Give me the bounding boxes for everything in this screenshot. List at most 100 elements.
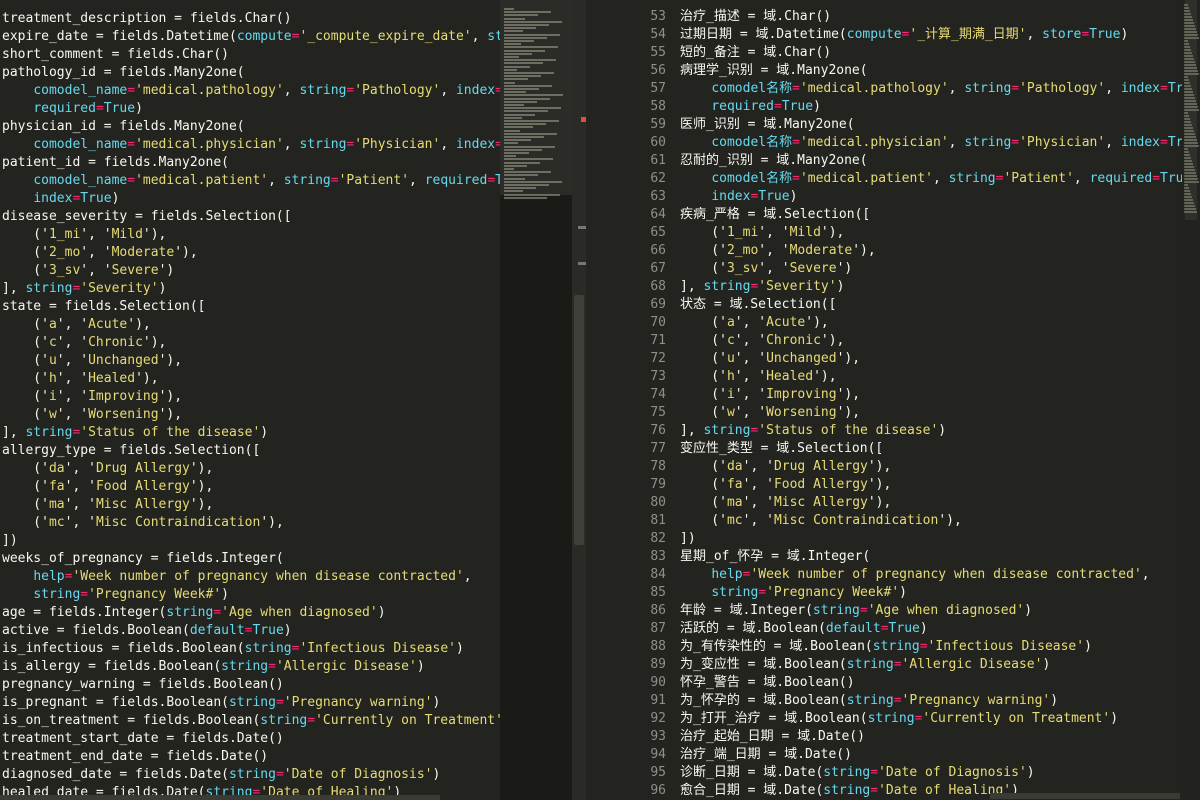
code-line[interactable]: 55 短的_备注 = 域.Char(): [586, 44, 1200, 62]
code-line[interactable]: 74 ('i', 'Improving'),: [586, 386, 1200, 404]
code-line[interactable]: 94 治疗_端_日期 = 域.Date(): [586, 746, 1200, 764]
code-line[interactable]: 71 ('c', 'Chronic'),: [586, 332, 1200, 350]
code-line[interactable]: comodel_name='medical.patient', string='…: [2, 172, 500, 190]
code-line[interactable]: patient_id = fields.Many2one(: [2, 154, 500, 172]
left-scrollbar-thumb[interactable]: [574, 295, 584, 545]
code-line[interactable]: 73 ('h', 'Healed'),: [586, 368, 1200, 386]
code-line[interactable]: comodel_name='medical.pathology', string…: [2, 82, 500, 100]
code-line[interactable]: disease_severity = fields.Selection([: [2, 208, 500, 226]
code-line[interactable]: 88 为_有传染性的 = 域.Boolean(string='Infectious…: [586, 638, 1200, 656]
code-line[interactable]: ('u', 'Unchanged'),: [2, 352, 500, 370]
code-line[interactable]: 86 年龄 = 域.Integer(string='Age when diagno…: [586, 602, 1200, 620]
right-code-area[interactable]: 53 治疗_描述 = 域.Char() 54 过期日期 = 域.Datetime(co…: [586, 8, 1200, 800]
right-minimap-scrollbar[interactable]: [1182, 0, 1200, 800]
code-line[interactable]: 54 过期日期 = 域.Datetime(compute = '_计算_期满_日期',…: [586, 26, 1200, 44]
code-line[interactable]: treatment_description = fields.Char(): [2, 10, 500, 28]
code-line[interactable]: 80 ('ma', 'Misc Allergy'),: [586, 494, 1200, 512]
code-line[interactable]: ('a', 'Acute'),: [2, 316, 500, 334]
code-line[interactable]: 79 ('fa', 'Food Allergy'),: [586, 476, 1200, 494]
code-line[interactable]: 76], string='Status of the disease'): [586, 422, 1200, 440]
code-line[interactable]: diagnosed_date = fields.Date(string='Dat…: [2, 766, 500, 784]
right-horizontal-scrollbar[interactable]: [990, 793, 1180, 799]
code-line[interactable]: expire_date = fields.Datetime(compute='_…: [2, 28, 500, 46]
code-line[interactable]: 72 ('u', 'Unchanged'),: [586, 350, 1200, 368]
code-line[interactable]: ], string='Severity'): [2, 280, 500, 298]
code-line[interactable]: ('2_mo', 'Moderate'),: [2, 244, 500, 262]
code-line[interactable]: comodel_name='medical.physician', string…: [2, 136, 500, 154]
code-line[interactable]: 90 怀孕_警告 = 域.Boolean(): [586, 674, 1200, 692]
code-line[interactable]: 56 病理学_识别 = 域.Many2one(: [586, 62, 1200, 80]
right-editor-pane[interactable]: 53 治疗_描述 = 域.Char() 54 过期日期 = 域.Datetime(co…: [586, 0, 1200, 800]
code-line[interactable]: age = fields.Integer(string='Age when di…: [2, 604, 500, 622]
code-line[interactable]: 67 ('3_sv', 'Severe'): [586, 260, 1200, 278]
code-line[interactable]: 92 为_打开_治疗 = 域.Boolean(string='Currently …: [586, 710, 1200, 728]
code-line[interactable]: allergy_type = fields.Selection([: [2, 442, 500, 460]
code-line[interactable]: ('c', 'Chronic'),: [2, 334, 500, 352]
code-line[interactable]: 95 诊断_日期 = 域.Date(string='Date of Diagnos…: [586, 764, 1200, 782]
code-line[interactable]: 66 ('2_mo', 'Moderate'),: [586, 242, 1200, 260]
code-line[interactable]: 78 ('da', 'Drug Allergy'),: [586, 458, 1200, 476]
code-line[interactable]: 81 ('mc', 'Misc Contraindication'),: [586, 512, 1200, 530]
code-line[interactable]: ('mc', 'Misc Contraindication'),: [2, 514, 500, 532]
code-line[interactable]: 59 医师_识别 = 域.Many2one(: [586, 116, 1200, 134]
code-line[interactable]: 57 comodel名称='medical.pathology', string…: [586, 80, 1200, 98]
code-line[interactable]: ('w', 'Worsening'),: [2, 406, 500, 424]
left-editor-pane[interactable]: treatment_description = fields.Char() exp…: [0, 0, 500, 800]
code-line[interactable]: 85 string='Pregnancy Week#'): [586, 584, 1200, 602]
code-token: 'Age when diagnosed': [221, 605, 378, 620]
code-line[interactable]: 69 状态 = 域.Selection([: [586, 296, 1200, 314]
code-line[interactable]: ('h', 'Healed'),: [2, 370, 500, 388]
code-line[interactable]: 61 忍耐的_识别 = 域.Many2one(: [586, 152, 1200, 170]
code-line[interactable]: is_on_treatment = fields.Boolean(string=…: [2, 712, 500, 730]
code-line[interactable]: ('ma', 'Misc Allergy'),: [2, 496, 500, 514]
code-line[interactable]: 75 ('w', 'Worsening'),: [586, 404, 1200, 422]
code-line[interactable]: physician_id = fields.Many2one(: [2, 118, 500, 136]
code-line[interactable]: required=True): [2, 100, 500, 118]
code-line[interactable]: short_comment = fields.Char(): [2, 46, 500, 64]
code-line[interactable]: 84 help='Week number of pregnancy when d…: [586, 566, 1200, 584]
code-line[interactable]: 58 required=True): [586, 98, 1200, 116]
code-token: (': [2, 353, 49, 368]
code-line[interactable]: 77 变应性_类型 = 域.Selection([: [586, 440, 1200, 458]
minimap-line: [504, 142, 518, 145]
code-line[interactable]: weeks_of_pregnancy = fields.Integer(: [2, 550, 500, 568]
code-line[interactable]: 63 index=True): [586, 188, 1200, 206]
code-line[interactable]: ]): [2, 532, 500, 550]
code-line[interactable]: ('i', 'Improving'),: [2, 388, 500, 406]
code-line[interactable]: 62 comodel名称='medical.patient', string='…: [586, 170, 1200, 188]
code-line[interactable]: 93 治疗_起始_日期 = 域.Date(): [586, 728, 1200, 746]
code-line[interactable]: is_pregnant = fields.Boolean(string='Pre…: [2, 694, 500, 712]
code-line[interactable]: 60 comodel名称='medical.physician', string…: [586, 134, 1200, 152]
left-code-area[interactable]: treatment_description = fields.Char() exp…: [2, 10, 500, 800]
code-line[interactable]: 83 星期_of_怀孕 = 域.Integer(: [586, 548, 1200, 566]
code-line[interactable]: ('fa', 'Food Allergy'),: [2, 478, 500, 496]
code-line[interactable]: string='Pregnancy Week#'): [2, 586, 500, 604]
left-horizontal-scrollbar[interactable]: [0, 795, 440, 800]
code-line[interactable]: state = fields.Selection([: [2, 298, 500, 316]
code-line[interactable]: 91 为_怀孕的 = 域.Boolean(string='Pregnancy wa…: [586, 692, 1200, 710]
code-token: '),: [142, 335, 167, 350]
code-line[interactable]: treatment_start_date = fields.Date(): [2, 730, 500, 748]
code-line[interactable]: 89 为_变应性 = 域.Boolean(string='Allergic Dis…: [586, 656, 1200, 674]
code-line[interactable]: help='Week number of pregnancy when dise…: [2, 568, 500, 586]
code-line[interactable]: ], string='Status of the disease'): [2, 424, 500, 442]
code-line[interactable]: ('1_mi', 'Mild'),: [2, 226, 500, 244]
code-line[interactable]: treatment_end_date = fields.Date(): [2, 748, 500, 766]
code-line[interactable]: is_allergy = fields.Boolean(string='Alle…: [2, 658, 500, 676]
code-line[interactable]: index=True): [2, 190, 500, 208]
code-line[interactable]: 87 活跃的 = 域.Boolean(default=True): [586, 620, 1200, 638]
code-line[interactable]: 53 治疗_描述 = 域.Char(): [586, 8, 1200, 26]
code-line[interactable]: 70 ('a', 'Acute'),: [586, 314, 1200, 332]
code-line[interactable]: ('da', 'Drug Allergy'),: [2, 460, 500, 478]
code-line[interactable]: 64 疾病_严格 = 域.Selection([: [586, 206, 1200, 224]
code-line[interactable]: ('3_sv', 'Severe'): [2, 262, 500, 280]
code-line[interactable]: 68], string='Severity'): [586, 278, 1200, 296]
left-vertical-scrollbar[interactable]: [572, 0, 586, 800]
code-line[interactable]: 65 ('1_mi', 'Mild'),: [586, 224, 1200, 242]
left-minimap[interactable]: [500, 0, 572, 800]
code-line[interactable]: active = fields.Boolean(default=True): [2, 622, 500, 640]
code-line[interactable]: pregnancy_warning = fields.Boolean(): [2, 676, 500, 694]
code-line[interactable]: is_infectious = fields.Boolean(string='I…: [2, 640, 500, 658]
code-line[interactable]: pathology_id = fields.Many2one(: [2, 64, 500, 82]
code-line[interactable]: 82]): [586, 530, 1200, 548]
